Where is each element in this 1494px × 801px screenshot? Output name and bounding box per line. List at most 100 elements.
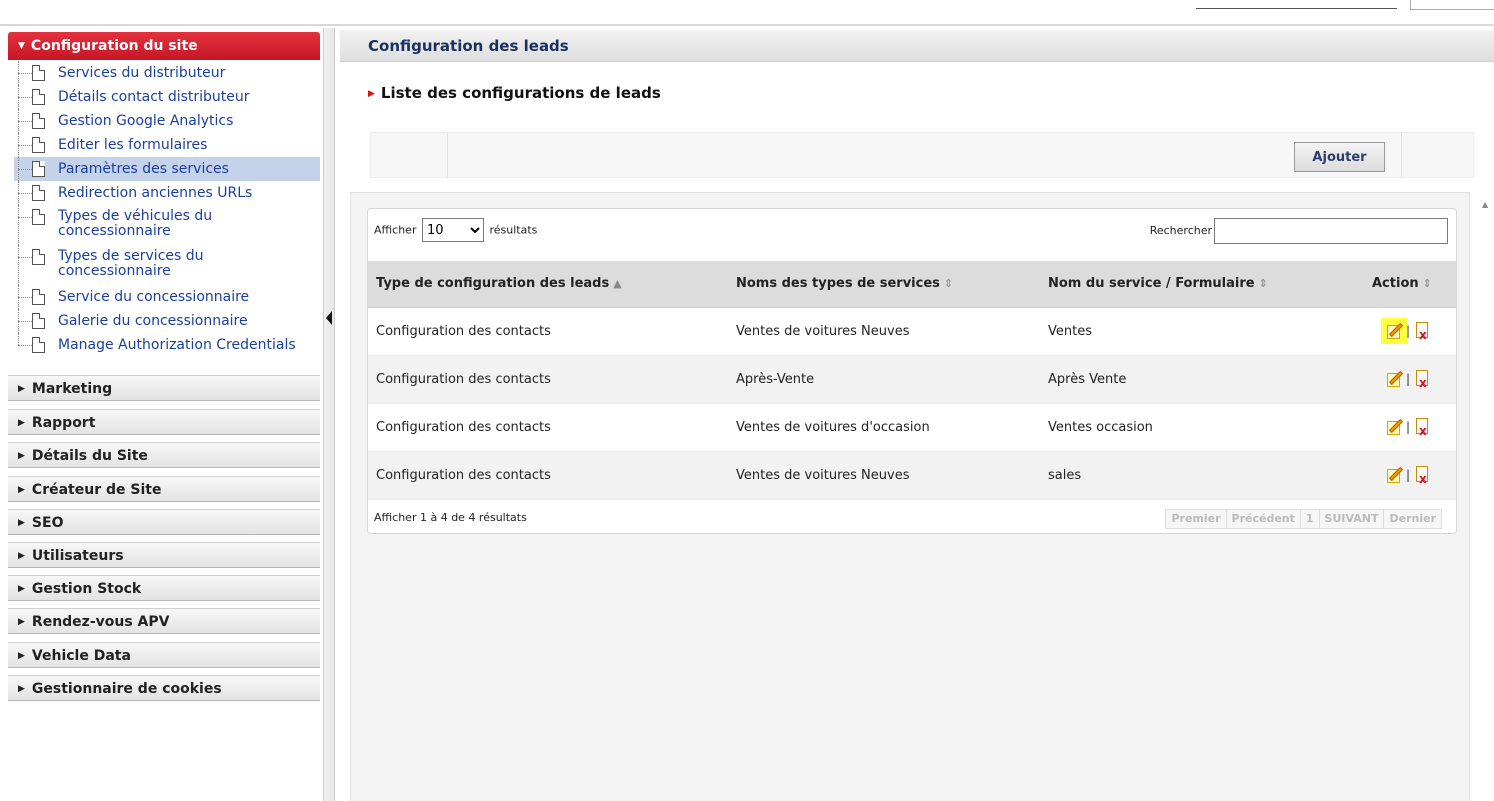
- sidebar-section-gestion-stock[interactable]: ▶ Gestion Stock: [8, 575, 320, 601]
- sidebar-section-label: Vehicle Data: [31, 648, 131, 664]
- document-icon: [32, 249, 45, 265]
- sidebar-section-createur-site[interactable]: ▶ Créateur de Site: [8, 476, 320, 502]
- cell-service-type: Ventes de voitures Neuves: [728, 451, 1040, 500]
- document-icon: [32, 289, 45, 305]
- sidebar-section-label: Détails du Site: [31, 448, 148, 464]
- cell-actions: | x: [1360, 307, 1456, 356]
- edit-icon[interactable]: [1385, 418, 1404, 436]
- column-header-type[interactable]: Type de configuration des leads ▲: [368, 261, 728, 308]
- column-header-service[interactable]: Nom du service / Formulaire ⇕: [1040, 261, 1360, 308]
- sidebar-item-service-concessionnaire[interactable]: Service du concessionnaire: [14, 285, 320, 309]
- table-row: Configuration des contacts Ventes de voi…: [368, 451, 1456, 500]
- datatable: Afficher 10 résultats Rechercher Type de…: [367, 208, 1457, 534]
- pager-first-button[interactable]: Premier: [1166, 510, 1227, 528]
- edit-icon[interactable]: [1385, 466, 1404, 484]
- table-info: Afficher 1 à 4 de 4 résultats: [374, 511, 527, 524]
- cell-actions: | x: [1360, 355, 1456, 404]
- section-title-text: Liste des configurations de leads: [380, 84, 661, 102]
- pagination: Premier Précédent 1 SUIVANT Dernier: [1165, 509, 1442, 529]
- add-button[interactable]: Ajouter: [1294, 142, 1385, 172]
- search-label: Rechercher: [1149, 224, 1212, 237]
- sidebar-item-label: Types de services du concessionnaire: [58, 248, 204, 279]
- document-icon: [32, 209, 45, 225]
- cell-type: Configuration des contacts: [368, 307, 728, 356]
- cell-service: Ventes: [1040, 307, 1360, 356]
- pager-last-button[interactable]: Dernier: [1384, 510, 1441, 528]
- sidebar-section-configuration-du-site[interactable]: ▼ Configuration du site: [8, 32, 320, 60]
- sidebar-item-google-analytics[interactable]: Gestion Google Analytics: [14, 109, 320, 133]
- sidebar-tree: Services du distributeur Détails contact…: [14, 61, 320, 357]
- sidebar-item-types-services[interactable]: Types de services du concessionnaire: [14, 245, 320, 285]
- delete-icon[interactable]: x: [1413, 321, 1431, 341]
- sidebar-item-authorization-credentials[interactable]: Manage Authorization Credentials: [14, 333, 320, 357]
- sort-icon: ⇕: [1422, 277, 1432, 291]
- sidebar-section-rapport[interactable]: ▶ Rapport: [8, 409, 320, 435]
- table-header-row: Type de configuration des leads ▲ Noms de…: [368, 261, 1456, 308]
- sidebar-section-seo[interactable]: ▶ SEO: [8, 509, 320, 535]
- delete-icon[interactable]: x: [1413, 465, 1431, 485]
- triangle-right-icon: ▶: [18, 485, 25, 495]
- document-icon: [32, 337, 45, 353]
- action-separator: |: [1405, 372, 1411, 386]
- top-search-field[interactable]: [1196, 8, 1397, 9]
- triangle-right-icon: ▶: [18, 584, 25, 594]
- sort-icon: ⇕: [1258, 277, 1268, 291]
- sidebar-item-parametres-services[interactable]: Paramètres des services: [14, 157, 320, 181]
- page-length-select[interactable]: 10: [421, 218, 484, 242]
- sidebar-section-label: Configuration du site: [30, 38, 198, 54]
- table-row: Configuration des contacts Ventes de voi…: [368, 403, 1456, 452]
- sidebar-section-gestionnaire-cookies[interactable]: ▶ Gestionnaire de cookies: [8, 675, 320, 701]
- length-control: Afficher 10 résultats: [374, 218, 537, 242]
- sidebar-section-marketing[interactable]: ▶ Marketing: [8, 375, 320, 401]
- sidebar-item-services-du-distributeur[interactable]: Services du distributeur: [14, 61, 320, 85]
- search-control: Rechercher: [1150, 218, 1448, 244]
- top-button[interactable]: [1410, 0, 1494, 10]
- pager-next-button[interactable]: SUIVANT: [1320, 510, 1385, 528]
- sidebar-splitter[interactable]: [323, 28, 335, 801]
- cell-service: Ventes occasion: [1040, 403, 1360, 452]
- search-input[interactable]: [1214, 218, 1448, 244]
- sidebar-item-label: Services du distributeur: [58, 65, 226, 81]
- sidebar-item-label: Redirection anciennes URLs: [58, 185, 253, 201]
- main-content: Configuration des leads ▶ Liste des confi…: [338, 28, 1494, 801]
- cell-service-type: Ventes de voitures d'occasion: [728, 403, 1040, 452]
- cell-actions: | x: [1360, 403, 1456, 452]
- sidebar-item-details-contact[interactable]: Détails contact distributeur: [14, 85, 320, 109]
- triangle-down-icon: ▼: [18, 41, 25, 51]
- pager-prev-button[interactable]: Précédent: [1227, 510, 1301, 528]
- triangle-right-icon: ▶: [18, 384, 25, 394]
- sidebar-item-editer-formulaires[interactable]: Editer les formulaires: [14, 133, 320, 157]
- sidebar-section-label: Créateur de Site: [31, 482, 162, 498]
- scroll-up-icon[interactable]: ▲: [1482, 200, 1488, 209]
- delete-icon[interactable]: x: [1413, 417, 1431, 437]
- triangle-right-icon: ▶: [18, 651, 25, 661]
- sidebar-item-galerie[interactable]: Galerie du concessionnaire: [14, 309, 320, 333]
- column-header-action[interactable]: Action ⇕: [1360, 261, 1456, 308]
- edit-icon[interactable]: [1385, 370, 1404, 388]
- document-icon: [32, 113, 45, 129]
- sidebar-section-vehicle-data[interactable]: ▶ Vehicle Data: [8, 642, 320, 668]
- triangle-right-icon: ▶: [368, 89, 375, 99]
- edit-icon[interactable]: [1384, 322, 1404, 340]
- sidebar-item-redirection-urls[interactable]: Redirection anciennes URLs: [14, 181, 320, 205]
- cell-service-type: Après-Vente: [728, 355, 1040, 404]
- sidebar-section-details-site[interactable]: ▶ Détails du Site: [8, 442, 320, 468]
- column-header-service-type[interactable]: Noms des types de services ⇕: [728, 261, 1040, 308]
- sidebar-item-types-vehicules[interactable]: Types de véhicules du concessionnaire: [14, 205, 320, 245]
- sidebar-section-rendez-vous-apv[interactable]: ▶ Rendez-vous APV: [8, 608, 320, 634]
- document-icon: [32, 161, 45, 177]
- collapse-sidebar-icon[interactable]: [326, 311, 332, 325]
- pager-page-1[interactable]: 1: [1301, 510, 1320, 528]
- document-icon: [32, 65, 45, 81]
- sidebar-section-label: Gestionnaire de cookies: [31, 681, 222, 697]
- sidebar-section-utilisateurs[interactable]: ▶ Utilisateurs: [8, 542, 320, 568]
- sidebar-item-label: Galerie du concessionnaire: [58, 313, 248, 329]
- table-row: Configuration des contacts Ventes de voi…: [368, 307, 1456, 356]
- table-row: Configuration des contacts Après-Vente A…: [368, 355, 1456, 404]
- delete-icon[interactable]: x: [1413, 369, 1431, 389]
- sidebar-section-label: Utilisateurs: [31, 548, 124, 564]
- triangle-right-icon: ▶: [18, 551, 25, 561]
- cell-type: Configuration des contacts: [368, 451, 728, 500]
- document-icon: [32, 313, 45, 329]
- cell-type: Configuration des contacts: [368, 403, 728, 452]
